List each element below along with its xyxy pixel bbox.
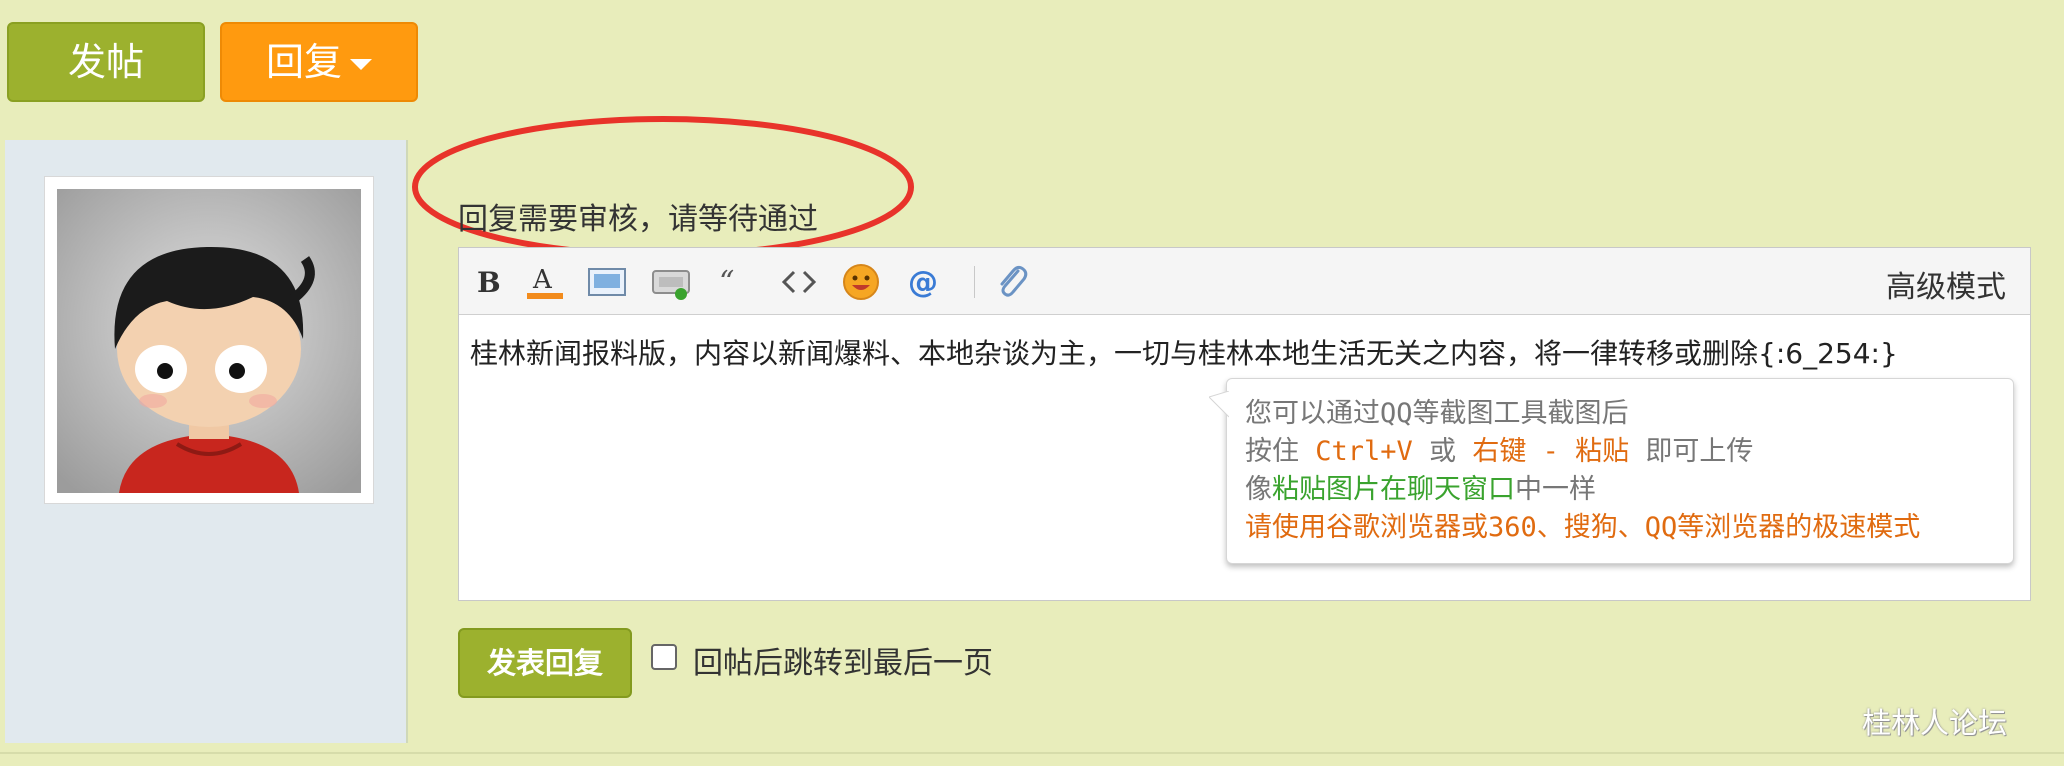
user-sidebar	[5, 140, 408, 743]
post-button[interactable]: 发帖	[7, 22, 205, 102]
annotation-circle	[412, 116, 914, 258]
mention-icon[interactable]: @	[905, 262, 945, 302]
attach-image-icon[interactable]	[651, 262, 691, 302]
reply-button[interactable]: 回复	[220, 22, 418, 102]
bold-icon[interactable]: B	[469, 262, 509, 302]
tip-line-4: 请使用谷歌浏览器或360、搜狗、QQ等浏览器的极速模式	[1245, 512, 1921, 543]
tip-line-1: 您可以通过QQ等截图工具截图后	[1245, 398, 1629, 429]
advanced-mode-link[interactable]: 高级模式	[1886, 262, 2006, 306]
chevron-down-icon	[350, 59, 372, 70]
font-color-icon[interactable]: A	[525, 262, 565, 302]
attachment-icon[interactable]	[991, 262, 1031, 302]
reply-textarea[interactable]: 桂林新闻报料版，内容以新闻爆料、本地杂谈为主，一切与桂林本地生活无关之内容，将一…	[470, 332, 1898, 372]
tip-arrow-icon	[1209, 391, 1229, 418]
jump-to-last-page-checkbox[interactable]	[651, 644, 677, 670]
paste-tip: 您可以通过QQ等截图工具截图后 按住 Ctrl+V 或 右键 - 粘贴 即可上传…	[1209, 378, 2014, 564]
svg-text:@: @	[908, 265, 938, 300]
tip-line-2: 按住 Ctrl+V 或 右键 - 粘贴 即可上传	[1245, 436, 1754, 467]
svg-text:A: A	[532, 265, 553, 295]
moderation-notice: 回复需要审核，请等待通过	[458, 202, 818, 237]
toolbar-separator	[974, 266, 975, 298]
divider	[0, 752, 2064, 754]
reply-button-label: 回复	[265, 40, 342, 84]
emoji-icon[interactable]	[841, 262, 881, 302]
code-icon[interactable]	[779, 262, 819, 302]
submit-reply-button[interactable]: 发表回复	[458, 628, 632, 698]
jump-to-last-page-label[interactable]: 回帖后跳转到最后一页	[693, 638, 993, 682]
svg-text:“: “	[719, 265, 734, 300]
avatar[interactable]	[44, 176, 374, 504]
site-watermark: 桂林人论坛	[1862, 706, 2008, 740]
tip-line-3: 像粘贴图片在聊天窗口中一样	[1245, 474, 1596, 505]
editor-toolbar: B A “ @ 高级模式	[459, 248, 2030, 315]
quote-icon[interactable]: “	[713, 262, 753, 302]
image-icon[interactable]	[587, 262, 627, 302]
reply-editor: B A “ @ 高级模式 桂林新闻报料版，内容以新闻爆料、本地杂谈为主，一切与桂…	[458, 247, 2031, 601]
avatar-icon	[57, 189, 361, 493]
svg-text:B: B	[477, 266, 501, 299]
